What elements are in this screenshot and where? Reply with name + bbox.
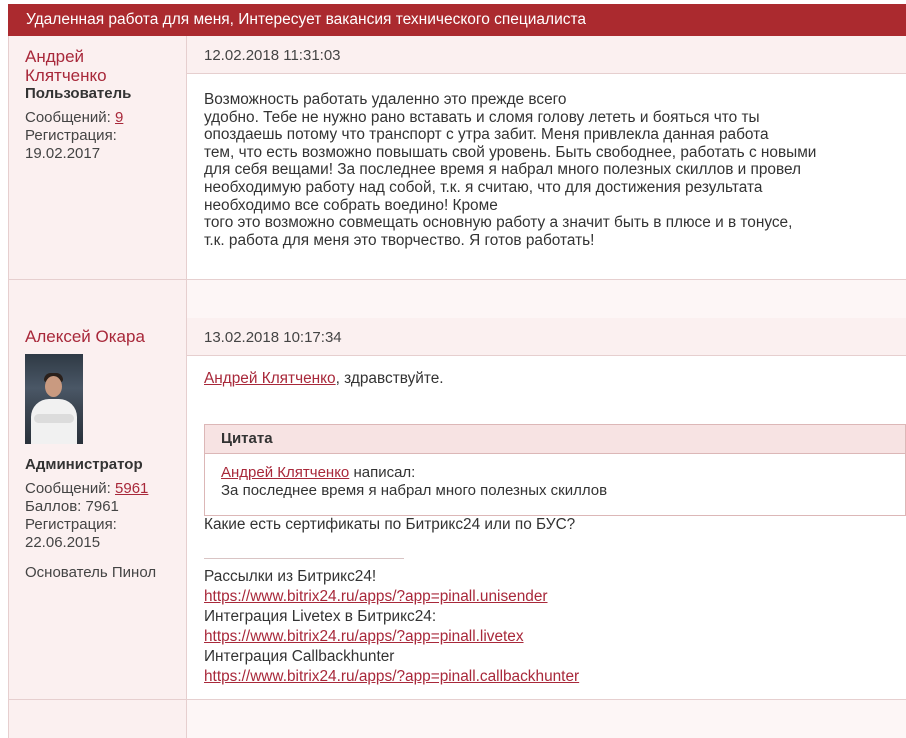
signature-link-livetex[interactable]: https://www.bitrix24.ru/apps/?app=pinall… — [204, 628, 524, 645]
signature: Рассылки из Битрикс24! https://www.bitri… — [204, 567, 579, 687]
messages-link[interactable]: 5961 — [115, 480, 148, 497]
author-role: Администратор — [25, 456, 143, 473]
body-line: т.к. работа для меня это творчество. Я г… — [204, 231, 595, 249]
forum-post: Андрей Клятченко Пользователь Сообщений:… — [8, 36, 906, 318]
messages-link[interactable]: 9 — [115, 109, 123, 126]
quote-block: Цитата Андрей Клятченко написал: За посл… — [204, 424, 906, 516]
signature-link-unisender[interactable]: https://www.bitrix24.ru/apps/?app=pinall… — [204, 588, 548, 605]
author-panel: Алексей Окара Администратор Сообщений: 5… — [8, 318, 187, 738]
signature-link-callbackhunter[interactable]: https://www.bitrix24.ru/apps/?app=pinall… — [204, 668, 579, 685]
author-title: Основатель Пинол — [25, 564, 157, 581]
registration-label: Регистрация: — [25, 127, 117, 144]
avatar[interactable] — [25, 354, 83, 444]
registration-date: 22.06.2015 — [25, 534, 101, 551]
author-name-line2[interactable]: Клятченко — [25, 66, 107, 85]
post-body: Возможность работать удаленно это прежде… — [204, 91, 816, 249]
quote-author-link[interactable]: Андрей Клятченко — [221, 464, 349, 481]
body-line: тем, что есть возможно повышать свой уро… — [204, 143, 817, 161]
body-line: того это возможно совмещать основную раб… — [204, 214, 793, 232]
body-line: опоздаешь потому что транспорт с утра за… — [204, 126, 769, 144]
body-line: Возможность работать удаленно это прежде… — [204, 91, 567, 108]
points-count: Баллов: 7961 — [25, 498, 119, 515]
author-panel: Андрей Клятченко Пользователь Сообщений:… — [8, 36, 187, 318]
quote-body: Андрей Клятченко написал: За последнее в… — [205, 454, 905, 500]
author-role: Пользователь — [25, 85, 132, 102]
author-name[interactable]: Алексей Окара — [25, 327, 145, 346]
greeting-line: Андрей Клятченко, здравствуйте. — [204, 370, 444, 387]
body-line: необходимо все собрать воедино! Кроме — [204, 196, 498, 214]
messages-count: Сообщений: 5961 — [25, 480, 149, 497]
registration-date: 19.02.2017 — [25, 145, 101, 162]
signature-label: Рассылки из Битрикс24! — [204, 568, 377, 585]
forum-post: Алексей Окара Администратор Сообщений: 5… — [8, 318, 906, 738]
body-line: необходимую работу над собой, т.к. я счи… — [204, 178, 763, 196]
post-date: 13.02.2018 10:17:34 — [187, 318, 906, 356]
signature-label: Интеграция Livetex в Битрикс24: — [204, 608, 437, 625]
post-footer — [187, 699, 906, 738]
post-content: 12.02.2018 11:31:03 Возможность работать… — [187, 36, 906, 318]
body-line: удобно. Тебе не нужно рано вставать и сл… — [204, 108, 760, 126]
topic-title: Удаленная работа для меня, Интересует ва… — [8, 4, 906, 36]
post-footer — [187, 279, 906, 318]
signature-divider — [204, 558, 404, 559]
aside-footer — [9, 699, 186, 738]
mention-link[interactable]: Андрей Клятченко — [204, 370, 336, 387]
quote-header: Цитата — [205, 425, 905, 454]
messages-count: Сообщений: 9 — [25, 109, 124, 126]
post-content: 13.02.2018 10:17:34 Андрей Клятченко, зд… — [187, 318, 906, 738]
post-date: 12.02.2018 11:31:03 — [187, 36, 906, 74]
author-name-line1[interactable]: Андрей — [25, 47, 84, 66]
aside-footer — [9, 279, 186, 318]
body-line: для себя вещами! За последнее время я на… — [204, 161, 802, 179]
signature-label: Интеграция Callbackhunter — [204, 648, 395, 665]
registration-label: Регистрация: — [25, 516, 117, 533]
quote-text: За последнее время я набрал много полезн… — [221, 482, 608, 499]
question-text: Какие есть сертификаты по Битрикс24 или … — [204, 516, 576, 533]
